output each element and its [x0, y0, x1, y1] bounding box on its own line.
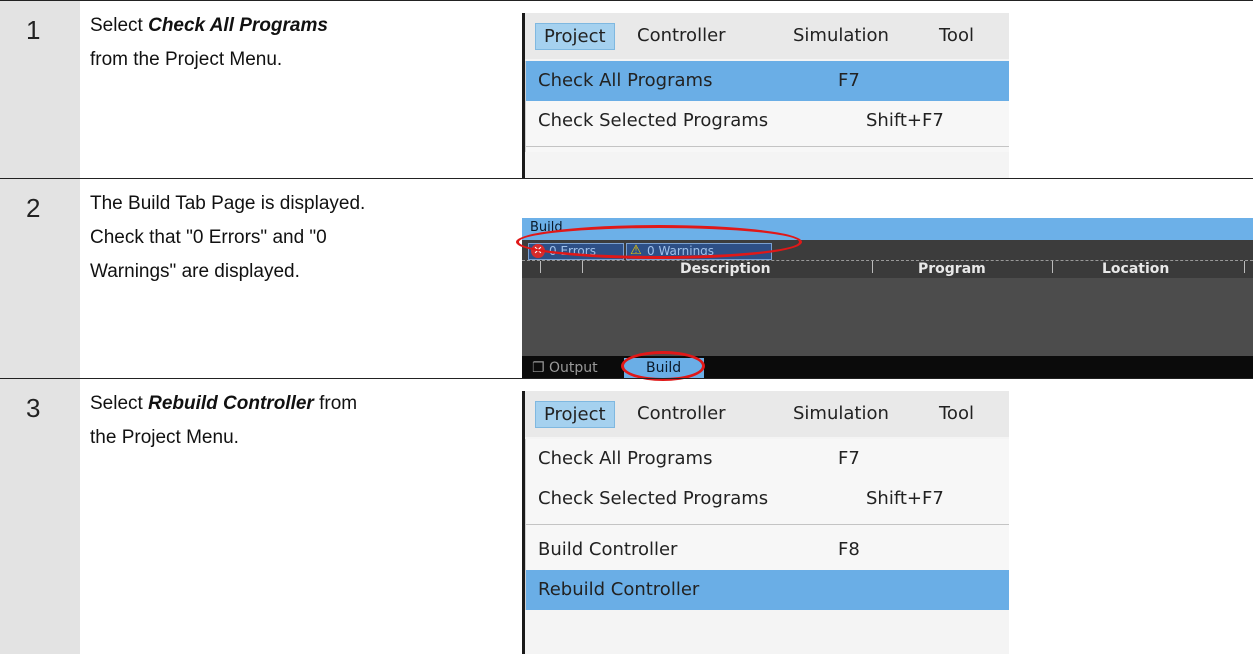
step-number: 1	[26, 15, 41, 45]
build-results-grid	[522, 278, 1253, 357]
menu-bar: Project Controller Simulation Tool	[525, 391, 1009, 437]
column-divider	[1052, 261, 1053, 273]
instruction-emphasis: Rebuild Controller	[148, 393, 314, 414]
menu-item-check-selected-programs[interactable]: Check Selected Programs Shift+F7	[526, 101, 1009, 141]
step-number-column: 1	[0, 1, 80, 179]
step-instruction: Select Rebuild Controller from the Proje…	[90, 387, 500, 455]
step-row-3: 3 Select Rebuild Controller from the Pro…	[0, 378, 1253, 654]
instruction-text: Select	[90, 15, 149, 36]
project-menu-screenshot: Project Controller Simulation Tool Check…	[522, 391, 1009, 654]
menu-controller[interactable]: Controller	[637, 403, 726, 424]
menu-item-check-all-programs[interactable]: Check All Programs F7	[526, 439, 1009, 479]
column-description[interactable]: Description	[680, 261, 771, 277]
step-number-column: 3	[0, 379, 80, 654]
annotation-ring-errors-warnings	[516, 225, 802, 259]
step-instruction: The Build Tab Page is displayed. Check t…	[90, 187, 500, 289]
project-menu-screenshot: Project Controller Simulation Tool Check…	[522, 13, 1009, 179]
menu-project[interactable]: Project	[535, 401, 615, 428]
menu-item-check-all-programs[interactable]: Check All Programs F7	[526, 61, 1009, 101]
project-menu-dropdown: Check All Programs F7 Check Selected Pro…	[525, 61, 1009, 152]
instruction-text: from the Project Menu.	[90, 49, 283, 70]
step-number-column: 2	[0, 179, 80, 379]
instruction-text: from	[313, 393, 358, 414]
step-number: 2	[26, 193, 41, 223]
instruction-emphasis: Check All Programs	[148, 15, 328, 36]
menu-tools[interactable]: Tool	[939, 403, 974, 424]
menu-simulation[interactable]: Simulation	[793, 25, 889, 46]
tab-output[interactable]: ❐ Output	[532, 358, 598, 378]
instruction-text: the Project Menu.	[90, 427, 239, 448]
column-program[interactable]: Program	[918, 261, 986, 277]
instruction-text: Check that "0 Errors" and "0	[90, 227, 327, 248]
menu-separator	[526, 524, 1009, 525]
menu-separator	[526, 146, 1009, 147]
column-divider	[540, 261, 541, 273]
menu-item-build-controller[interactable]: Build Controller F8	[526, 530, 1009, 570]
step-instruction: Select Check All Programs from the Proje…	[90, 9, 500, 77]
project-menu-dropdown: Check All Programs F7 Check Selected Pro…	[525, 439, 1009, 610]
column-divider	[1244, 261, 1245, 273]
column-divider	[872, 261, 873, 273]
instruction-text: Select	[90, 393, 149, 414]
menu-project[interactable]: Project	[535, 23, 615, 50]
output-window-icon: ❐	[532, 360, 545, 376]
menu-controller[interactable]: Controller	[637, 25, 726, 46]
column-divider	[582, 261, 583, 273]
instruction-text: The Build Tab Page is displayed.	[90, 193, 366, 214]
step-row-1: 1 Select Check All Programs from the Pro…	[0, 0, 1253, 179]
menu-bar: Project Controller Simulation Tool	[525, 13, 1009, 59]
build-column-header: Description Program Location	[522, 260, 1253, 279]
annotation-ring-build-tab	[621, 351, 705, 381]
menu-simulation[interactable]: Simulation	[793, 403, 889, 424]
instruction-text: Warnings" are displayed.	[90, 261, 300, 282]
menu-item-check-selected-programs[interactable]: Check Selected Programs Shift+F7	[526, 479, 1009, 519]
column-location[interactable]: Location	[1102, 261, 1169, 277]
menu-tools[interactable]: Tool	[939, 25, 974, 46]
menu-item-rebuild-controller[interactable]: Rebuild Controller	[526, 570, 1009, 610]
step-number: 3	[26, 393, 41, 423]
